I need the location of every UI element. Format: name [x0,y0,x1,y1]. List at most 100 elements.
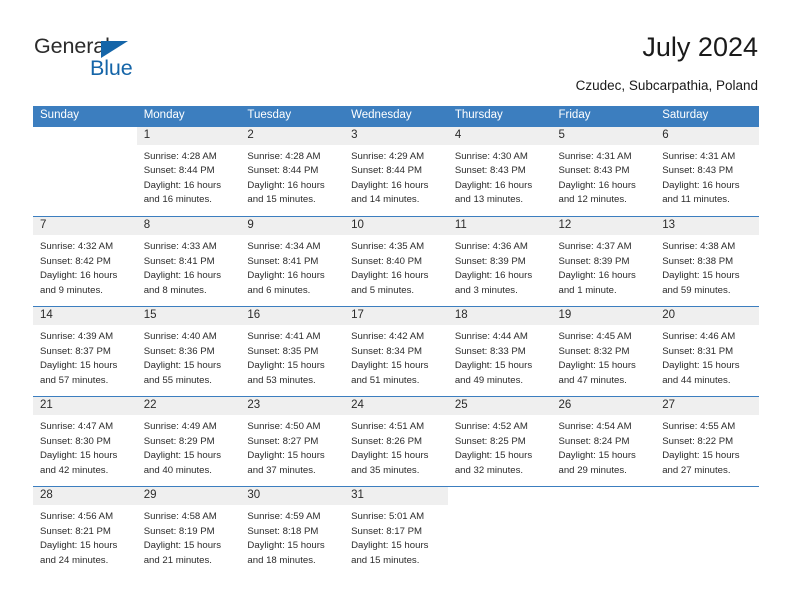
calendar-day-cell[interactable]: 13 Sunrise: 4:38 AM Sunset: 8:38 PM Dayligh… [655,216,759,307]
calendar-day-cell[interactable]: 22 Sunrise: 4:49 AM Sunset: 8:29 PM Dayligh… [136,396,241,487]
day-number: 25 [447,397,552,415]
daylight-text: Daylight: 16 hours [247,270,325,282]
daylight-text: Daylight: 15 hours [558,450,636,462]
calendar-day-cell[interactable]: 18 Sunrise: 4:44 AM Sunset: 8:33 PM Dayligh… [447,306,552,397]
calendar-day-cell[interactable]: 31 Sunrise: 5:01 AM Sunset: 8:17 PM Dayligh… [344,486,448,577]
calendar-day-cell[interactable]: 5 Sunrise: 4:31 AM Sunset: 8:43 PM Daylight… [551,126,656,217]
daylight-text: and 12 minutes. [558,194,627,206]
sunrise-text: Sunrise: 4:32 AM [40,241,114,252]
day-details: Sunrise: 4:49 AM Sunset: 8:29 PM Daylight:… [137,415,241,478]
sunset-text: Sunset: 8:17 PM [351,525,423,537]
calendar-day-cell[interactable]: 4 Sunrise: 4:30 AM Sunset: 8:43 PM Daylight… [447,126,552,217]
sunset-text: Sunset: 8:30 PM [40,435,111,447]
day-number: 18 [447,307,552,325]
day-number: 30 [240,487,345,505]
daylight-text: and 32 minutes. [454,464,524,476]
sunrise-text: Sunrise: 4:44 AM [454,331,528,342]
sunset-text: Sunset: 8:35 PM [247,345,319,357]
sunset-text: Sunset: 8:43 PM [662,165,734,177]
sunrise-text: Sunrise: 4:37 AM [558,241,632,252]
sunset-text: Sunset: 8:33 PM [454,345,526,357]
calendar-week-row: 1 Sunrise: 4:28 AM Sunset: 8:44 PM Daylight… [33,126,759,217]
calendar-day-cell[interactable]: 28 Sunrise: 4:56 AM Sunset: 8:21 PM Dayligh… [33,486,137,577]
day-details: Sunrise: 4:56 AM Sunset: 8:21 PM Daylight:… [33,505,137,568]
day-details: Sunrise: 5:01 AM Sunset: 8:17 PM Daylight:… [344,505,448,568]
day-number: 1 [136,126,241,145]
calendar-day-cell[interactable]: 30 Sunrise: 4:59 AM Sunset: 8:18 PM Dayligh… [240,486,345,577]
day-details: Sunrise: 4:36 AM Sunset: 8:39 PM Daylight:… [448,235,552,298]
day-number: 24 [344,397,448,415]
sunset-text: Sunset: 8:44 PM [351,165,423,177]
day-number: 31 [344,487,448,505]
calendar-day-cell[interactable]: 14 Sunrise: 4:39 AM Sunset: 8:37 PM Dayligh… [33,306,137,397]
calendar-day-cell[interactable]: 2 Sunrise: 4:28 AM Sunset: 8:44 PM Daylight… [240,126,345,217]
daylight-text: and 53 minutes. [247,374,316,386]
day-details: Sunrise: 4:45 AM Sunset: 8:32 PM Daylight:… [552,325,656,388]
calendar-week-row: 14 Sunrise: 4:39 AM Sunset: 8:37 PM Dayligh… [33,306,759,397]
calendar-day-cell[interactable]: 12 Sunrise: 4:37 AM Sunset: 8:39 PM Dayligh… [551,216,656,307]
calendar-day-cell[interactable]: 17 Sunrise: 4:42 AM Sunset: 8:34 PM Dayligh… [344,306,448,397]
day-number [448,487,552,505]
calendar-empty-cell [447,486,552,577]
sunset-text: Sunset: 8:39 PM [454,255,526,267]
sunset-text: Sunset: 8:43 PM [558,165,630,177]
calendar-day-cell[interactable]: 21 Sunrise: 4:47 AM Sunset: 8:30 PM Dayligh… [33,396,137,487]
calendar-day-cell[interactable]: 16 Sunrise: 4:41 AM Sunset: 8:35 PM Dayligh… [240,306,345,397]
calendar-page: General Blue July 2024 Czudec, Subcarpat… [0,0,792,612]
daylight-text: and 57 minutes. [40,374,109,386]
calendar-day-cell[interactable]: 15 Sunrise: 4:40 AM Sunset: 8:36 PM Dayligh… [136,306,241,397]
calendar-day-cell[interactable]: 24 Sunrise: 4:51 AM Sunset: 8:26 PM Dayligh… [344,396,448,487]
brand-logo[interactable]: General Blue [34,35,214,88]
calendar-day-cell[interactable]: 1 Sunrise: 4:28 AM Sunset: 8:44 PM Daylight… [136,126,241,217]
calendar-day-cell[interactable]: 3 Sunrise: 4:29 AM Sunset: 8:44 PM Daylight… [344,126,448,217]
sunrise-text: Sunrise: 4:56 AM [40,511,114,522]
day-details: Sunrise: 4:35 AM Sunset: 8:40 PM Daylight:… [344,235,448,298]
daylight-text: Daylight: 15 hours [662,360,740,372]
sunrise-text: Sunrise: 4:50 AM [247,421,321,432]
day-number: 6 [655,126,759,145]
day-details: Sunrise: 4:58 AM Sunset: 8:19 PM Daylight:… [137,505,241,568]
sunset-text: Sunset: 8:43 PM [454,165,526,177]
day-number: 27 [655,397,759,415]
daylight-text: and 55 minutes. [143,374,212,386]
day-number: 23 [240,397,345,415]
calendar-empty-cell [655,486,759,577]
calendar-empty-cell [33,126,137,217]
sunrise-text: Sunrise: 4:46 AM [662,331,736,342]
day-number: 5 [551,126,656,145]
sunrise-text: Sunrise: 4:28 AM [247,150,321,162]
calendar-day-cell[interactable]: 26 Sunrise: 4:54 AM Sunset: 8:24 PM Dayligh… [551,396,656,487]
daylight-text: Daylight: 15 hours [40,450,118,462]
daylight-text: Daylight: 16 hours [454,270,533,282]
daylight-text: and 11 minutes. [662,194,730,206]
calendar-day-cell[interactable]: 6 Sunrise: 4:31 AM Sunset: 8:43 PM Daylight… [655,126,759,217]
weekday-header-saturday: Saturday [655,106,759,127]
day-details: Sunrise: 4:32 AM Sunset: 8:42 PM Daylight:… [33,235,137,298]
daylight-text: and 24 minutes. [40,554,109,566]
daylight-text: Daylight: 16 hours [40,270,118,282]
calendar-day-cell[interactable]: 7 Sunrise: 4:32 AM Sunset: 8:42 PM Daylight… [33,216,137,307]
day-number: 22 [136,397,241,415]
day-number [33,127,137,145]
day-details: Sunrise: 4:40 AM Sunset: 8:36 PM Daylight:… [137,325,241,388]
day-number: 8 [136,217,241,235]
calendar-day-cell[interactable]: 20 Sunrise: 4:46 AM Sunset: 8:31 PM Dayligh… [655,306,759,397]
calendar-day-cell[interactable]: 10 Sunrise: 4:35 AM Sunset: 8:40 PM Dayligh… [344,216,448,307]
sunrise-text: Sunrise: 4:51 AM [351,421,425,432]
calendar-day-cell[interactable]: 11 Sunrise: 4:36 AM Sunset: 8:39 PM Dayligh… [447,216,552,307]
calendar-day-cell[interactable]: 9 Sunrise: 4:34 AM Sunset: 8:41 PM Daylight… [240,216,345,307]
daylight-text: Daylight: 16 hours [662,179,740,191]
daylight-text: and 35 minutes. [351,464,420,476]
calendar-day-cell[interactable]: 25 Sunrise: 4:52 AM Sunset: 8:25 PM Dayligh… [447,396,552,487]
calendar-day-cell[interactable]: 8 Sunrise: 4:33 AM Sunset: 8:41 PM Daylight… [136,216,241,307]
day-details: Sunrise: 4:54 AM Sunset: 8:24 PM Daylight:… [552,415,656,478]
daylight-text: Daylight: 15 hours [40,360,118,372]
calendar-day-cell[interactable]: 23 Sunrise: 4:50 AM Sunset: 8:27 PM Dayligh… [240,396,345,487]
sunrise-text: Sunrise: 4:55 AM [662,421,736,432]
daylight-text: and 42 minutes. [40,464,109,476]
calendar-day-cell[interactable]: 29 Sunrise: 4:58 AM Sunset: 8:19 PM Dayligh… [136,486,241,577]
calendar-day-cell[interactable]: 27 Sunrise: 4:55 AM Sunset: 8:22 PM Dayligh… [655,396,759,487]
calendar-day-cell[interactable]: 19 Sunrise: 4:45 AM Sunset: 8:32 PM Dayligh… [551,306,656,397]
sunset-text: Sunset: 8:41 PM [247,255,319,267]
day-details: Sunrise: 4:59 AM Sunset: 8:18 PM Daylight:… [240,505,344,568]
